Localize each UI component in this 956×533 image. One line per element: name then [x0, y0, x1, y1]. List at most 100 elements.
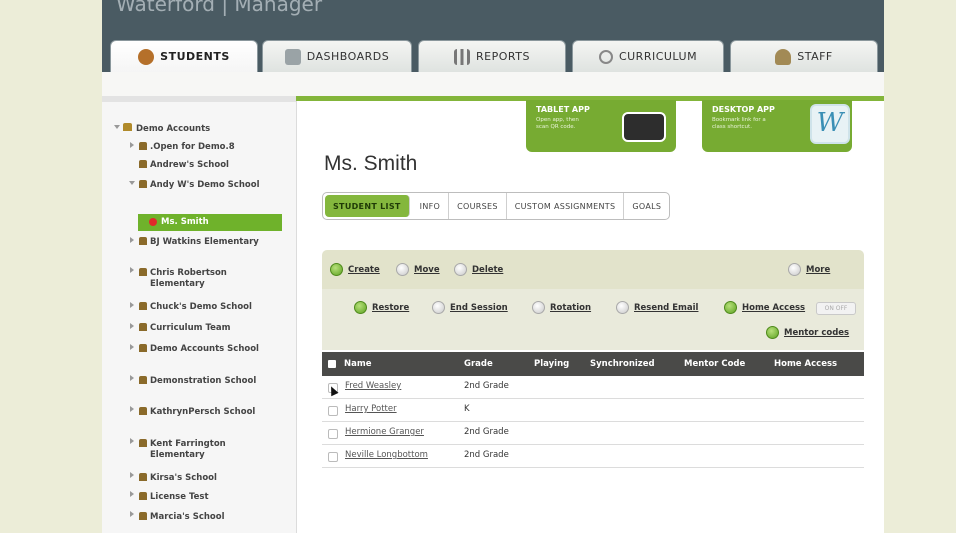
school-icon	[139, 302, 147, 310]
tab-goals[interactable]: GOALS	[624, 193, 669, 219]
tab-dashboards[interactable]: DASHBOARDS	[262, 40, 412, 72]
student-name-link[interactable]: Fred Weasley	[345, 381, 401, 391]
expand-arrow-icon[interactable]	[130, 472, 134, 478]
tab-label: DASHBOARDS	[306, 50, 390, 63]
people-icon	[284, 48, 301, 65]
waterford-w-icon: W	[810, 104, 850, 144]
expand-arrow-icon[interactable]	[129, 181, 135, 185]
row-checkbox[interactable]	[328, 452, 338, 462]
expand-arrow-icon[interactable]	[130, 267, 134, 273]
student-name-link[interactable]: Hermione Granger	[345, 427, 424, 437]
school-icon	[139, 323, 147, 331]
expand-arrow-icon[interactable]	[130, 344, 134, 350]
select-all-checkbox[interactable]	[328, 360, 336, 368]
plus-icon	[330, 263, 343, 276]
email-icon	[616, 301, 629, 314]
tab-curriculum[interactable]: CURRICULUM	[572, 40, 724, 72]
tree-item-ms-smith-selected[interactable]	[138, 214, 282, 231]
move-icon	[396, 263, 409, 276]
row-checkbox[interactable]	[328, 429, 338, 439]
expand-arrow-icon[interactable]	[130, 237, 134, 243]
school-icon	[139, 180, 147, 188]
tree-item-bj-watkins-elementary[interactable]: BJ Watkins Elementary	[150, 237, 260, 248]
expand-arrow-icon[interactable]	[130, 406, 134, 412]
col-playing[interactable]: Playing	[534, 359, 569, 369]
rotation-label: Rotation	[550, 302, 592, 313]
home-icon	[123, 123, 132, 131]
tree-item-demonstration-school[interactable]: Demonstration School	[150, 376, 260, 387]
tree-item-chris-robertson-elementary[interactable]: Chris Robertson Elementary	[150, 268, 260, 290]
tree-item-license-test[interactable]: License Test	[150, 492, 209, 503]
tree-item-kent-farrington-elementary[interactable]: Kent Farrington Elementary	[150, 439, 260, 461]
create-button[interactable]: Create	[330, 263, 380, 276]
sidebar-tree: Demo Accounts .Open for Demo.8 Andrew's …	[102, 96, 297, 533]
tab-staff[interactable]: STAFF	[730, 40, 878, 72]
sub-tab-bar: STUDENT LIST INFO COURSES CUSTOM ASSIGNM…	[322, 192, 671, 220]
mentor-codes-button[interactable]: Mentor codes	[766, 326, 849, 339]
tree-item-marcias-school[interactable]: Marcia's School	[150, 512, 225, 523]
restore-button[interactable]: Restore	[354, 301, 409, 314]
col-synchronized[interactable]: Synchronized	[590, 359, 655, 369]
row-checkbox[interactable]	[328, 406, 338, 416]
tree-item-demo-accounts[interactable]: Demo Accounts	[136, 124, 210, 135]
student-grade: 2nd Grade	[464, 450, 509, 460]
end-session-label: End Session	[450, 302, 508, 313]
col-mentor-code[interactable]: Mentor Code	[684, 359, 745, 369]
sidebar-scrollbar[interactable]	[102, 96, 296, 102]
expand-arrow-icon[interactable]	[130, 491, 134, 497]
tree-item-ms-smith[interactable]: Ms. Smith	[161, 217, 209, 228]
delete-button[interactable]: Delete	[454, 263, 503, 276]
rotation-button[interactable]: Rotation	[532, 301, 591, 314]
tab-courses[interactable]: COURSES	[449, 193, 507, 219]
tablet-app-promo[interactable]: TABLET APP Open app, then scan QR code.	[526, 100, 676, 152]
tree-item-kirsas-school[interactable]: Kirsa's School	[150, 473, 217, 484]
table-row[interactable]: Hermione Granger 2nd Grade	[322, 422, 864, 445]
app-window: Waterford | Manager STUDENTS DASHBOARDS …	[102, 0, 884, 533]
tree-item-open-for-demo[interactable]: .Open for Demo.8	[150, 142, 235, 153]
col-name[interactable]: Name	[344, 359, 371, 369]
expand-arrow-icon[interactable]	[130, 375, 134, 381]
expand-arrow-icon[interactable]	[130, 323, 134, 329]
student-table-header: Name Grade Playing Synchronized Mentor C…	[322, 352, 864, 376]
tab-students[interactable]: STUDENTS	[110, 40, 258, 72]
tab-label: STAFF	[797, 50, 833, 63]
student-grade: 2nd Grade	[464, 427, 509, 437]
home-access-button[interactable]: Home Access	[724, 301, 805, 314]
rotation-icon	[532, 301, 545, 314]
student-name-link[interactable]: Harry Potter	[345, 404, 397, 414]
home-access-label: Home Access	[742, 302, 806, 313]
school-icon	[139, 160, 147, 168]
move-label: Move	[414, 264, 440, 275]
tab-reports[interactable]: REPORTS	[418, 40, 566, 72]
main-tab-bar: STUDENTS DASHBOARDS REPORTS CURRICULUM S…	[102, 34, 884, 72]
tree-item-andrews-school[interactable]: Andrew's School	[150, 160, 229, 171]
end-session-button[interactable]: End Session	[432, 301, 508, 314]
col-grade[interactable]: Grade	[464, 359, 493, 369]
home-access-toggle[interactable]: ON OFF	[816, 302, 856, 315]
tree-item-demo-accounts-school[interactable]: Demo Accounts School	[150, 344, 260, 355]
student-name-link[interactable]: Neville Longbottom	[345, 450, 428, 460]
tree-item-chucks-demo-school[interactable]: Chuck's Demo School	[150, 302, 252, 313]
expand-arrow-icon[interactable]	[114, 125, 120, 129]
table-row[interactable]: Neville Longbottom 2nd Grade	[322, 445, 864, 468]
expand-arrow-icon[interactable]	[130, 142, 134, 148]
tree-item-kathrynpersch-school[interactable]: KathrynPersch School	[150, 407, 260, 418]
student-grade: 2nd Grade	[464, 381, 509, 391]
tab-student-list[interactable]: STUDENT LIST	[325, 195, 410, 217]
tree-item-andy-ws-demo-school[interactable]: Andy W's Demo School	[150, 180, 270, 191]
tab-custom-assignments[interactable]: CUSTOM ASSIGNMENTS	[507, 193, 625, 219]
move-button[interactable]: Move	[396, 263, 440, 276]
promo-desc: Bookmark link for a class shortcut.	[712, 117, 766, 130]
expand-arrow-icon[interactable]	[130, 511, 134, 517]
table-row[interactable]: Harry Potter K	[322, 399, 864, 422]
desktop-app-promo[interactable]: DESKTOP APP Bookmark link for a class sh…	[702, 100, 852, 152]
expand-arrow-icon[interactable]	[130, 302, 134, 308]
tree-item-curriculum-team[interactable]: Curriculum Team	[150, 323, 230, 334]
promo-title: DESKTOP APP	[712, 105, 775, 114]
col-home-access[interactable]: Home Access	[774, 359, 837, 369]
more-button[interactable]: More	[788, 263, 830, 276]
tab-info[interactable]: INFO	[412, 193, 450, 219]
resend-email-button[interactable]: Resend Email	[616, 301, 698, 314]
table-row[interactable]: Fred Weasley 2nd Grade	[322, 376, 864, 399]
expand-arrow-icon[interactable]	[130, 438, 134, 444]
